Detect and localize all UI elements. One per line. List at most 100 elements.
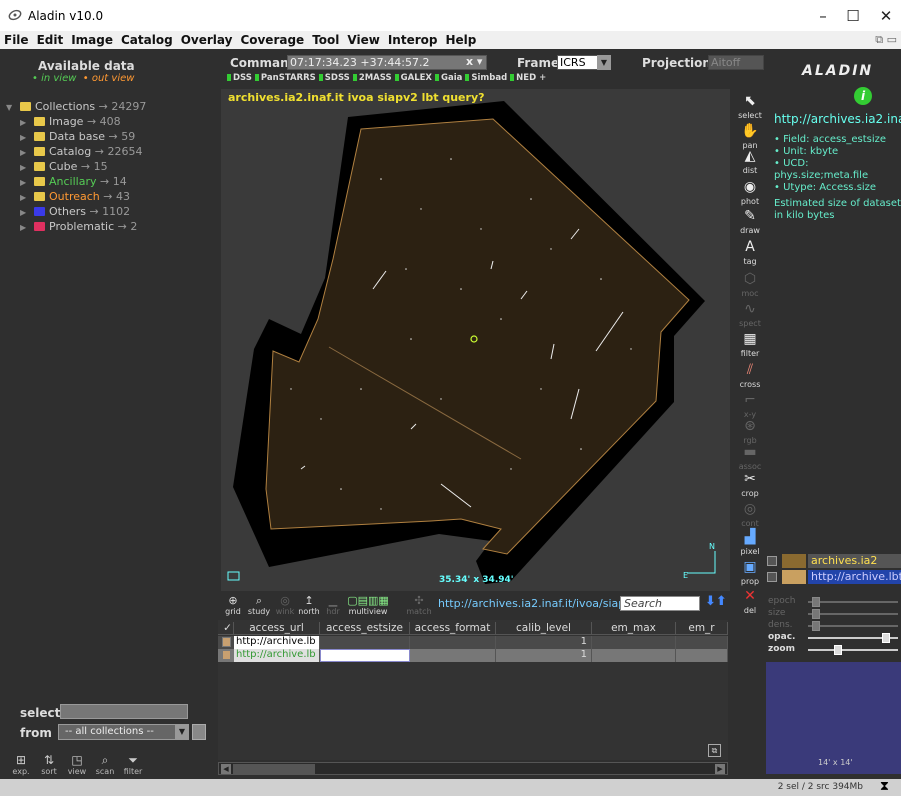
menu-view[interactable]: View xyxy=(343,31,383,47)
projection-select[interactable]: Aitoff xyxy=(708,55,764,70)
survey-galex[interactable]: GALEX xyxy=(395,73,432,83)
cell-access-url[interactable]: http://archive.lb xyxy=(234,636,320,649)
tree-item-collections[interactable]: ▼ Collections → 24297 xyxy=(6,99,216,114)
info-icon[interactable]: i xyxy=(854,87,872,105)
navigate-arrows-icon[interactable]: ⬇⬆ xyxy=(705,594,727,609)
from-dropdown-arrow-icon[interactable]: ▼ xyxy=(175,724,189,740)
collapsed-arrow-icon[interactable]: ▶ xyxy=(20,130,34,145)
table-search-input[interactable]: Search xyxy=(620,596,700,611)
pin-column-icon[interactable]: ✓ xyxy=(222,622,234,635)
collapsed-arrow-icon[interactable]: ▶ xyxy=(20,115,34,130)
row-marker-icon[interactable] xyxy=(222,637,231,647)
tree-item-problematic[interactable]: ▶ Problematic → 2 xyxy=(6,219,216,234)
tool-phot[interactable]: ◉ phot xyxy=(736,177,764,206)
menu-overlay[interactable]: Overlay xyxy=(177,31,237,47)
stack-plane-image[interactable]: http://archive.lbto.o xyxy=(764,570,901,584)
info-url[interactable]: http://archives.ia2.inaf.it xyxy=(774,112,901,126)
window-mode-icons[interactable]: ⧉ ▭ xyxy=(875,33,897,47)
tree-tool-filter[interactable]: ⏷ filter xyxy=(118,754,148,777)
tree-item-cube[interactable]: ▶ Cube → 15 xyxy=(6,159,216,174)
command-input[interactable]: 07:17:34.23 +37:44:57.2 xyxy=(287,55,487,70)
survey-simbad[interactable]: Simbad xyxy=(465,73,507,83)
scroll-left-icon[interactable]: ◀ xyxy=(221,764,231,774)
cell-em-max[interactable] xyxy=(592,636,676,649)
tree-item-outreach[interactable]: ▶ Outreach → 43 xyxy=(6,189,216,204)
survey-ned[interactable]: NED xyxy=(510,73,536,83)
cell-access-url[interactable]: http://archive.lb xyxy=(234,649,320,662)
survey-sdss[interactable]: SDSS xyxy=(319,73,350,83)
table-row[interactable]: http://archive.lb 1 xyxy=(218,649,728,662)
tool-draw[interactable]: ✎ draw xyxy=(736,206,764,235)
tree-tool-exp[interactable]: ⊞ exp. xyxy=(6,754,36,777)
menu-interop[interactable]: Interop xyxy=(384,31,442,47)
plane-visibility-checkbox[interactable] xyxy=(767,556,777,566)
collapsed-arrow-icon[interactable]: ▶ xyxy=(20,145,34,160)
collapsed-arrow-icon[interactable]: ▶ xyxy=(20,220,34,235)
tool-pixel[interactable]: ▟ pixel xyxy=(736,527,764,556)
slider-opac[interactable]: opac. xyxy=(764,632,901,644)
cell-access-estsize[interactable] xyxy=(320,649,410,662)
command-clear-button[interactable]: x ▾ xyxy=(466,55,482,68)
menu-help[interactable]: Help xyxy=(441,31,480,47)
column-header-em-r[interactable]: em_r xyxy=(676,622,728,635)
sky-view[interactable]: N E archives.ia2.inaf.it ivoa siapv2 lbt… xyxy=(221,89,730,591)
zoom-preview[interactable]: 14' x 14' xyxy=(766,662,901,774)
tool-filter[interactable]: ▦ filter xyxy=(736,329,764,358)
slider-knob[interactable] xyxy=(834,645,842,655)
tree-item-data-base[interactable]: ▶ Data base → 59 xyxy=(6,129,216,144)
sky-image[interactable]: N E xyxy=(221,89,730,591)
plane-visibility-checkbox[interactable] xyxy=(767,572,777,582)
cell-access-estsize[interactable] xyxy=(320,636,410,649)
tree-item-image[interactable]: ▶ Image → 408 xyxy=(6,114,216,129)
expanded-arrow-icon[interactable]: ▼ xyxy=(6,100,20,115)
tree-tool-sort[interactable]: ⇅ sort xyxy=(34,754,64,777)
scroll-thumb[interactable] xyxy=(233,764,315,774)
from-select[interactable]: -- all collections -- xyxy=(58,724,188,740)
menu-tool[interactable]: Tool xyxy=(308,31,343,47)
cell-em-max[interactable] xyxy=(592,649,676,662)
collapsed-arrow-icon[interactable]: ▶ xyxy=(20,190,34,205)
row-marker-icon[interactable] xyxy=(222,650,231,660)
slider-track[interactable] xyxy=(808,649,898,651)
cell-access-format[interactable] xyxy=(410,636,496,649)
scroll-right-icon[interactable]: ▶ xyxy=(715,764,725,774)
table-row[interactable]: http://archive.lb 1 xyxy=(218,636,728,649)
detach-table-icon[interactable]: ⧉ xyxy=(708,744,721,757)
tool-prop[interactable]: ▣ prop xyxy=(736,557,764,586)
select-input[interactable] xyxy=(60,704,188,719)
survey-dss[interactable]: DSS xyxy=(227,73,252,83)
survey-2mass[interactable]: 2MASS xyxy=(353,73,392,83)
menu-catalog[interactable]: Catalog xyxy=(117,31,177,47)
tool-del[interactable]: ✕ del xyxy=(736,586,764,615)
tool-crop[interactable]: ✂ crop xyxy=(736,469,764,498)
frame-dropdown-icon[interactable]: ▼ xyxy=(597,55,611,70)
minimize-button[interactable]: – xyxy=(808,5,838,27)
maximize-button[interactable]: ☐ xyxy=(838,5,868,27)
tool-cross[interactable]: ⫽ cross xyxy=(736,360,764,389)
tree-item-others[interactable]: ▶ Others → 1102 xyxy=(6,204,216,219)
collapsed-arrow-icon[interactable]: ▶ xyxy=(20,160,34,175)
column-header-access-estsize[interactable]: access_estsize xyxy=(320,622,410,635)
collapsed-arrow-icon[interactable]: ▶ xyxy=(20,175,34,190)
cell-calib-level[interactable]: 1 xyxy=(496,649,592,662)
viewbar-multiview[interactable]: ▢▤▥▦ multiview xyxy=(340,594,396,616)
plane-label[interactable]: archives.ia2 xyxy=(808,554,901,568)
close-button[interactable]: ✕ xyxy=(871,5,901,27)
survey-panstarrs[interactable]: PanSTARRS xyxy=(255,73,316,83)
tree-tool-scan[interactable]: ⌕ scan xyxy=(90,754,120,777)
add-survey-button[interactable]: + xyxy=(539,73,546,83)
cell-em-r[interactable] xyxy=(676,649,728,662)
tool-select[interactable]: ⬉ select xyxy=(736,91,764,120)
menu-edit[interactable]: Edit xyxy=(33,31,68,47)
collapsed-arrow-icon[interactable]: ▶ xyxy=(20,205,34,220)
cell-em-r[interactable] xyxy=(676,636,728,649)
tree-item-catalog[interactable]: ▶ Catalog → 22654 xyxy=(6,144,216,159)
menu-file[interactable]: File xyxy=(0,31,33,47)
column-header-em-max[interactable]: em_max xyxy=(592,622,676,635)
memory-icon[interactable]: ⧗ xyxy=(880,779,889,794)
tree-item-ancillary[interactable]: ▶ Ancillary → 14 xyxy=(6,174,216,189)
column-header-access-format[interactable]: access_format xyxy=(410,622,496,635)
column-header-calib-level[interactable]: calib_level xyxy=(496,622,592,635)
cell-calib-level[interactable]: 1 xyxy=(496,636,592,649)
survey-gaia[interactable]: Gaia xyxy=(435,73,462,83)
